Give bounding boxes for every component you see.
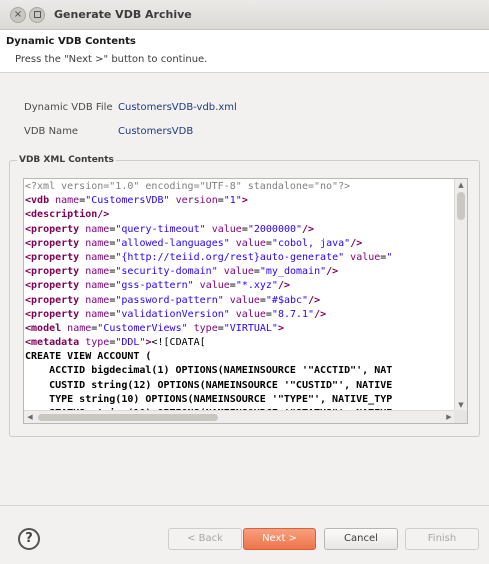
xml-contents-text-area[interactable]: <?xml version="1.0" encoding="UTF-8" sta… xyxy=(23,178,468,424)
back-button[interactable]: < Back xyxy=(168,528,242,550)
xml-code-line: <property name="validationVersion" value… xyxy=(25,308,327,320)
help-button[interactable]: ? xyxy=(18,528,40,550)
xml-code-line: <?xml version="1.0" encoding="UTF-8" sta… xyxy=(25,181,351,192)
footer-separator xyxy=(0,505,489,506)
close-icon: × xyxy=(13,9,23,20)
wizard-banner: Dynamic VDB Contents Press the "Next >" … xyxy=(0,30,489,73)
xml-code-line: CREATE VIEW ACCOUNT ( xyxy=(25,351,152,363)
vertical-scrollbar[interactable]: ▲ ▼ xyxy=(454,179,467,411)
xml-code-line: ACCTID bigdecimal(1) OPTIONS(NAMEINSOURC… xyxy=(25,365,393,377)
xml-code-line: <model name="CustomerViews" type="VIRTUA… xyxy=(25,322,284,334)
maximize-window-button[interactable] xyxy=(29,7,45,23)
window-title: Generate VDB Archive xyxy=(54,8,192,21)
close-window-button[interactable]: × xyxy=(10,7,26,23)
xml-code-line: CUSTID string(12) OPTIONS(NAMEINSOURCE '… xyxy=(25,379,393,391)
xml-code-line: <vdb name="CustomersVDB" version="1"> xyxy=(25,195,248,207)
xml-code-line: <property name="allowed-languages" value… xyxy=(25,237,363,249)
page-title: Dynamic VDB Contents xyxy=(6,36,136,47)
xml-code-line: <property name="password-pattern" value=… xyxy=(25,294,321,306)
xml-code-line: <property name="security-domain" value="… xyxy=(25,266,339,278)
page-description: Press the "Next >" button to continue. xyxy=(15,54,208,65)
xml-code-line: <property name="query-timeout" value="20… xyxy=(25,223,315,235)
horizontal-scrollbar[interactable]: ◀ ▶ xyxy=(24,410,455,423)
finish-button[interactable]: Finish xyxy=(405,528,479,550)
maximize-icon xyxy=(33,11,41,18)
vdb-file-value: CustomersVDB-vdb.xml xyxy=(118,102,237,113)
xml-code-line: TYPE string(10) OPTIONS(NAMEINSOURCE '"T… xyxy=(25,393,393,405)
xml-code-line: <description/> xyxy=(25,209,110,221)
vdb-file-label: Dynamic VDB File xyxy=(24,102,113,113)
xml-code-line: <property name="gss-pattern" value="*.xy… xyxy=(25,280,291,292)
horizontal-scroll-thumb[interactable] xyxy=(38,414,218,421)
xml-code-line: <metadata type="DDL"><![CDATA[ xyxy=(25,337,206,349)
vertical-scroll-thumb[interactable] xyxy=(457,192,465,220)
xml-code: <?xml version="1.0" encoding="UTF-8" sta… xyxy=(25,180,455,411)
next-button[interactable]: Next > xyxy=(243,528,316,550)
xml-code-line: <property name="{http://teiid.org/rest}a… xyxy=(25,251,393,263)
cancel-button[interactable]: Cancel xyxy=(324,528,398,550)
vdb-name-value: CustomersVDB xyxy=(118,126,194,137)
vdb-xml-group-label: VDB XML Contents xyxy=(17,155,116,165)
scroll-left-icon[interactable]: ◀ xyxy=(24,411,36,423)
scrollbar-corner xyxy=(454,410,467,423)
scroll-up-icon[interactable]: ▲ xyxy=(455,179,467,191)
vdb-name-label: VDB Name xyxy=(24,126,79,137)
window-titlebar: × Generate VDB Archive xyxy=(0,0,489,30)
help-icon: ? xyxy=(25,531,33,546)
